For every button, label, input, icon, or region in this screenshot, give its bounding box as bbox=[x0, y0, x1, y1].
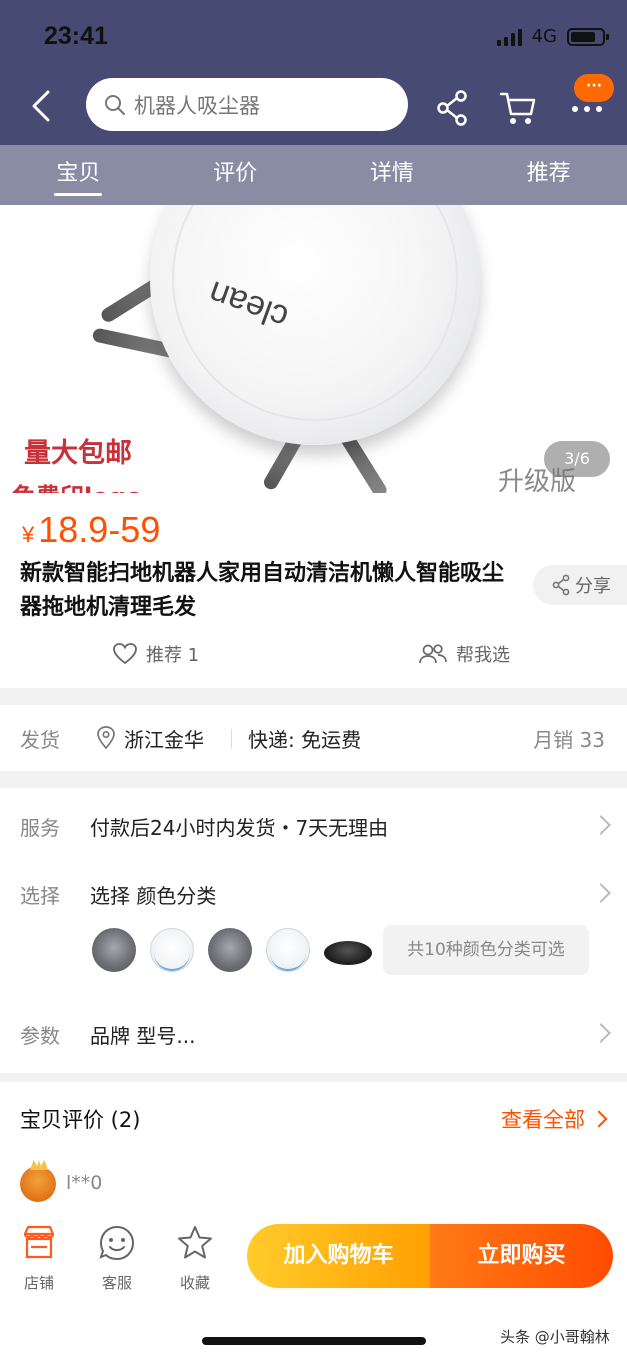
favorite-label: 收藏 bbox=[179, 1274, 210, 1292]
shop-label: 店铺 bbox=[23, 1274, 54, 1292]
top-header: 23:41 4G 机器人吸尘器 ··· bbox=[0, 0, 627, 145]
price: ¥18.9-59 bbox=[22, 509, 160, 551]
color-option-thumbnail[interactable] bbox=[266, 928, 310, 972]
cart-icon[interactable] bbox=[498, 88, 538, 128]
promo-text: 量大包邮 bbox=[24, 438, 132, 469]
recommend-label: 推荐 1 bbox=[146, 645, 200, 666]
ship-location: 浙江金华 bbox=[96, 724, 204, 753]
color-count-badge[interactable]: 共10种颜色分类可选 bbox=[383, 925, 589, 975]
battery-icon bbox=[567, 27, 609, 46]
divider bbox=[231, 729, 232, 749]
buy-now-button[interactable]: 立即购买 bbox=[430, 1224, 613, 1288]
signal-icon bbox=[496, 28, 522, 46]
express-fee: 快递: 免运费 bbox=[248, 727, 362, 752]
location-pin-icon bbox=[97, 726, 115, 750]
favorite-button[interactable]: 收藏 bbox=[165, 1224, 225, 1293]
chat-face-icon bbox=[99, 1225, 135, 1261]
service-card: 服务 付款后24小时内发货・7天无理由 选择 选择 颜色分类 共10种颜色分类可… bbox=[0, 788, 627, 1073]
search-input[interactable]: 机器人吸尘器 bbox=[86, 78, 408, 131]
detail-tabs: 宝贝 评价 详情 推荐 bbox=[0, 145, 627, 205]
search-placeholder: 机器人吸尘器 bbox=[134, 93, 260, 118]
monthly-sales: 月销 33 bbox=[533, 727, 605, 752]
share-label: 分享 bbox=[575, 576, 611, 597]
status-indicators: 4G bbox=[496, 26, 609, 47]
back-icon[interactable] bbox=[26, 86, 58, 126]
service-label: 服务 bbox=[20, 816, 60, 840]
home-indicator[interactable] bbox=[202, 1337, 426, 1345]
view-all-reviews-link[interactable]: 查看全部 bbox=[501, 1104, 608, 1134]
recommend-button[interactable]: 推荐 1 bbox=[112, 641, 199, 667]
reviewer-name: l**0 bbox=[66, 1172, 103, 1194]
review-title: 宝贝评价 (2) bbox=[20, 1108, 141, 1132]
help-label: 帮我选 bbox=[456, 645, 510, 666]
tab-recommend[interactable]: 推荐 bbox=[470, 145, 627, 205]
select-text: 选择 颜色分类 bbox=[90, 884, 217, 908]
message-badge: ··· bbox=[574, 74, 614, 102]
price-value: 18.9-59 bbox=[38, 509, 161, 550]
heart-icon bbox=[113, 643, 137, 665]
share-icon bbox=[552, 574, 570, 596]
chevron-right-icon bbox=[591, 883, 611, 903]
watermark: 头条 @小哥翰林 bbox=[500, 1328, 610, 1346]
params-text: 品牌 型号... bbox=[90, 1024, 196, 1048]
product-title: 新款智能扫地机器人家用自动清洁机懒人智能吸尘器拖地机清理毛发 bbox=[20, 561, 505, 620]
share-icon[interactable] bbox=[434, 88, 470, 128]
ship-label: 发货 bbox=[20, 727, 60, 752]
chevron-right-icon bbox=[590, 1110, 608, 1128]
service-text: 付款后24小时内发货・7天无理由 bbox=[90, 816, 389, 840]
shipping-row: 发货 浙江金华 快递: 免运费 月销 33 bbox=[0, 705, 627, 771]
location-text: 浙江金华 bbox=[124, 727, 204, 752]
customer-service-button[interactable]: 客服 bbox=[87, 1224, 147, 1293]
service-label: 客服 bbox=[101, 1274, 132, 1292]
avatar bbox=[20, 1166, 56, 1202]
color-option-thumbnail[interactable] bbox=[92, 928, 136, 972]
params-label: 参数 bbox=[20, 1024, 60, 1048]
tab-details[interactable]: 详情 bbox=[314, 145, 471, 205]
search-icon bbox=[105, 94, 125, 115]
share-button[interactable]: 分享 bbox=[533, 565, 627, 605]
product-image-carousel[interactable]: clean 量大包邮 免费印logo 升级版 3/6 bbox=[0, 205, 627, 493]
more-menu-button[interactable]: ··· bbox=[566, 70, 618, 130]
color-option-thumbnail[interactable] bbox=[324, 941, 372, 965]
color-option-thumbnail[interactable] bbox=[150, 928, 194, 972]
view-all-label: 查看全部 bbox=[501, 1108, 585, 1132]
color-option-thumbnail[interactable] bbox=[208, 928, 252, 972]
chevron-right-icon bbox=[591, 815, 611, 835]
tab-reviews[interactable]: 评价 bbox=[157, 145, 314, 205]
select-label: 选择 bbox=[20, 884, 60, 908]
promo-text-2: 免费印logo bbox=[12, 477, 142, 493]
store-icon bbox=[23, 1225, 55, 1259]
currency-symbol: ¥ bbox=[22, 522, 35, 547]
help-me-choose-button[interactable]: 帮我选 bbox=[418, 641, 510, 667]
more-icon bbox=[572, 106, 602, 112]
chevron-right-icon bbox=[591, 1023, 611, 1043]
color-thumbnails bbox=[92, 928, 372, 972]
tab-item[interactable]: 宝贝 bbox=[0, 145, 157, 205]
people-icon bbox=[419, 644, 447, 664]
shop-button[interactable]: 店铺 bbox=[9, 1224, 69, 1293]
image-counter: 3/6 bbox=[544, 441, 610, 477]
robot-vacuum-image: clean bbox=[150, 205, 480, 445]
add-to-cart-button[interactable]: 加入购物车 bbox=[247, 1224, 430, 1288]
network-label: 4G bbox=[531, 26, 557, 47]
star-icon bbox=[178, 1226, 212, 1259]
purchase-buttons: 加入购物车 立即购买 bbox=[247, 1224, 613, 1288]
price-card: ¥18.9-59 新款智能扫地机器人家用自动清洁机懒人智能吸尘器拖地机清理毛发 … bbox=[0, 493, 627, 688]
status-time: 23:41 bbox=[44, 22, 108, 50]
review-section: 宝贝评价 (2) 查看全部 l**0 bbox=[0, 1082, 627, 1222]
